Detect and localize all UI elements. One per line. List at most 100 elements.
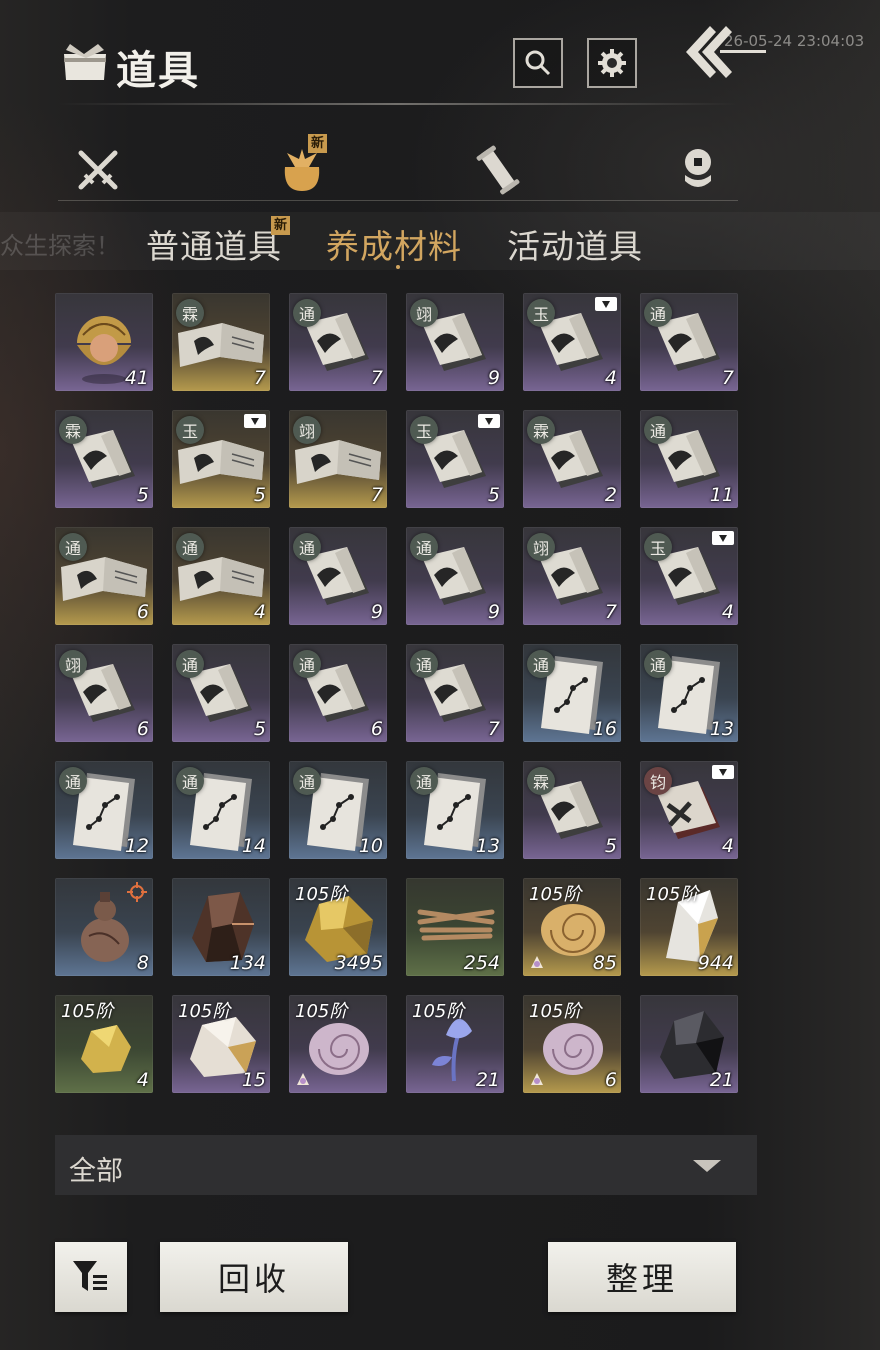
item-tier: 105阶 [295,884,348,905]
inventory-item[interactable]: 105阶 6 [523,995,621,1093]
inventory-item[interactable]: 玉5 [406,410,504,508]
item-tag: 翊 [527,533,555,561]
inventory-item[interactable]: 105阶 944 [640,878,738,976]
inventory-item[interactable]: 254 [406,878,504,976]
inventory-item[interactable]: 通 13 [640,644,738,742]
item-tag: 通 [176,533,204,561]
inventory-item[interactable]: 霖5 [523,761,621,859]
inventory-item[interactable]: 通7 [289,293,387,391]
item-count: 6 [370,718,383,740]
item-tag: 霖 [59,416,87,444]
inventory-item[interactable]: 通6 [289,644,387,742]
item-count: 7 [487,718,500,740]
inventory-item[interactable]: 通7 [406,644,504,742]
item-count: 4 [721,835,734,857]
inventory-item[interactable]: 通 13 [406,761,504,859]
inventory-item[interactable]: 通 14 [172,761,270,859]
category-tab-equipment[interactable] [68,140,128,200]
item-count: 85 [592,952,617,974]
inventory-item[interactable]: 8 [55,878,153,976]
inventory-item[interactable]: 通 11 [640,410,738,508]
inventory-item[interactable]: 通7 [640,293,738,391]
inventory-item[interactable]: 21 [640,995,738,1093]
inventory-item[interactable]: 霖7 [172,293,270,391]
item-count: 7 [253,367,266,389]
inventory-item[interactable]: 134 [172,878,270,976]
inventory-item[interactable]: 通 16 [523,644,621,742]
inventory-item[interactable]: 105阶 21 [406,995,504,1093]
category-new-badge: 新 [308,134,328,153]
inventory-item[interactable]: 霖5 [55,410,153,508]
sort-button[interactable]: 整理 [548,1242,736,1312]
item-count: 10 [358,835,383,857]
inventory-item[interactable]: 霖2 [523,410,621,508]
item-tag: 玉 [644,533,672,561]
item-tag: 霖 [176,299,204,327]
source-marker-icon [297,1073,309,1085]
item-tier: 105阶 [646,884,699,905]
item-count: 134 [229,952,266,974]
item-tier: 105阶 [178,1001,231,1022]
inventory-item[interactable]: 翊7 [523,527,621,625]
inventory-item[interactable]: 翊7 [289,410,387,508]
item-tag: 通 [410,533,438,561]
lock-icon [595,297,617,311]
back-arrow-icon[interactable] [680,20,770,80]
inventory-item[interactable]: 通 10 [289,761,387,859]
inventory-item[interactable]: 105阶 15 [172,995,270,1093]
item-tag: 通 [176,767,204,795]
category-tab-scrolls[interactable] [468,140,528,200]
inventory-item[interactable]: 玉4 [523,293,621,391]
inventory-item[interactable]: 105阶 4 [55,995,153,1093]
inventory-item[interactable]: 105阶 [289,995,387,1093]
item-count: 7 [370,484,383,506]
item-count: 7 [370,367,383,389]
item-count: 16 [592,718,617,740]
inventory-item[interactable]: 通4 [172,527,270,625]
settings-button[interactable] [587,38,637,88]
inventory-item[interactable]: 通9 [289,527,387,625]
item-count: 4 [253,601,266,623]
inventory-item[interactable]: 通6 [55,527,153,625]
pouch-icon [64,44,106,80]
dropdown-arrow-icon [693,1160,721,1172]
inventory-item[interactable]: 105阶 85 [523,878,621,976]
item-count: 3495 [334,952,383,974]
inventory-item[interactable]: 玉5 [172,410,270,508]
subtab-cultivation-materials[interactable]: 养成材料 [326,220,462,268]
subtab-event-items[interactable]: 活动道具 [507,220,643,268]
gear-icon [598,49,626,77]
category-tab-currency[interactable] [668,140,728,200]
item-count: 9 [487,601,500,623]
item-tag: 翊 [59,650,87,678]
inventory-item[interactable]: 通5 [172,644,270,742]
header: 道具 [0,0,880,110]
inventory-item[interactable]: 翊9 [406,293,504,391]
item-tag: 通 [293,533,321,561]
filter-list-button[interactable] [55,1242,127,1312]
search-icon [525,50,551,76]
category-tab-items[interactable]: 新 [272,134,332,200]
subtab-normal-items[interactable]: 普通道具 [146,220,282,268]
item-tag: 翊 [293,416,321,444]
header-divider [58,103,738,105]
inventory-item[interactable]: 翊6 [55,644,153,742]
item-tag: 通 [293,767,321,795]
item-count: 8 [136,952,149,974]
recycle-button[interactable]: 回收 [160,1242,348,1312]
inventory-item[interactable]: 41 [55,293,153,391]
filter-dropdown[interactable]: 全部 [55,1135,757,1195]
inventory-item[interactable]: 通9 [406,527,504,625]
inventory-item[interactable]: 105阶 3495 [289,878,387,976]
inventory-item[interactable]: 玉4 [640,527,738,625]
search-button[interactable] [513,38,563,88]
inventory-item[interactable]: 通 12 [55,761,153,859]
item-count: 21 [475,1069,500,1091]
item-tag: 通 [644,299,672,327]
item-count: 9 [370,601,383,623]
item-tag: 通 [410,767,438,795]
scroll-icon [476,145,520,195]
page-title: 道具 [116,47,200,94]
inventory-item[interactable]: 钧4 [640,761,738,859]
item-count: 254 [463,952,500,974]
